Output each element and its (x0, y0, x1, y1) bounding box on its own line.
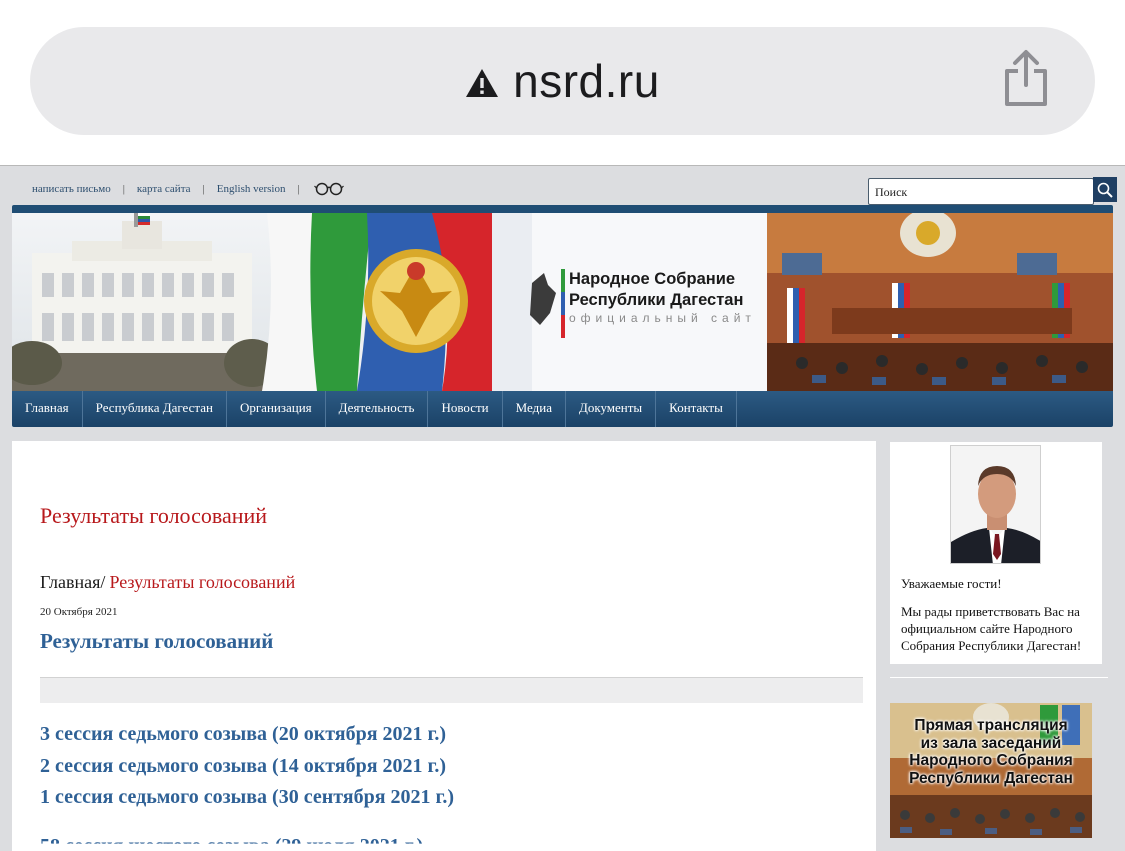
nav-item-contacts[interactable]: Контакты (656, 391, 737, 427)
banner-artwork (12, 213, 1113, 391)
warning-icon (466, 69, 499, 97)
nav-item-documents[interactable]: Документы (566, 391, 657, 427)
nav-item-media[interactable]: Медиа (503, 391, 566, 427)
session-link[interactable]: 3 сессия седьмого созыва (20 октября 202… (40, 719, 454, 751)
live-stream-line1: Прямая трансляция (914, 717, 1068, 734)
link-separator: | (122, 183, 125, 195)
nav-item-home[interactable]: Главная (12, 391, 83, 427)
sitemap-link[interactable]: карта сайта (137, 183, 191, 195)
glasses-icon[interactable] (313, 182, 344, 196)
site-header: Народное Собрание Республики Дагестан оф… (12, 205, 1113, 427)
live-stream-line2: из зала заседаний (920, 734, 1062, 752)
session-link[interactable]: 2 сессия седьмого созыва (14 октября 202… (40, 751, 454, 783)
breadcrumb-current: Результаты голосований (109, 572, 296, 592)
page-title: Результаты голосований (40, 503, 268, 528)
breadcrumb-home-link[interactable]: Главная/ (40, 572, 105, 592)
session-link[interactable]: 1 сессия седьмого созыва (30 сентября 20… (40, 782, 454, 814)
address-bar[interactable]: nsrd.ru (30, 27, 1095, 135)
organization-title-line1: Народное Собрание (569, 270, 736, 288)
live-stream-line4: Республики Дагестан (909, 769, 1073, 787)
live-stream-caption: Прямая трансляция из зала заседаний Наро… (890, 717, 1092, 787)
main-navigation: Главная Республика Дагестан Организация … (12, 391, 1113, 427)
write-letter-link[interactable]: написать письмо (32, 183, 111, 195)
nav-item-activity[interactable]: Деятельность (326, 391, 429, 427)
live-stream-banner[interactable]: Прямая трансляция из зала заседаний Наро… (890, 703, 1092, 838)
share-icon[interactable] (1001, 49, 1051, 107)
welcome-text: Мы рады приветствовать Вас на официально… (901, 604, 1082, 653)
article-title[interactable]: Результаты голосований (40, 629, 273, 654)
url-text: nsrd.ru (513, 55, 660, 107)
session-link[interactable]: 58 сессия шестого созыва (29 июля 2021 г… (40, 831, 423, 844)
header-banner: Народное Собрание Республики Дагестан оф… (12, 213, 1113, 391)
web-page: написать письмо | карта сайта | English … (0, 166, 1125, 851)
utility-links: написать письмо | карта сайта | English … (32, 182, 344, 196)
sidebar-divider (890, 677, 1108, 678)
content-divider (40, 677, 863, 703)
article-date: 20 Октября 2021 (40, 606, 118, 618)
link-separator: | (202, 183, 205, 195)
nav-item-republic[interactable]: Республика Дагестан (83, 391, 227, 427)
session-list: 3 сессия седьмого созыва (20 октября 202… (40, 719, 454, 844)
organization-subtitle: официальный сайт (569, 311, 756, 325)
chairman-portrait[interactable] (950, 445, 1041, 564)
search-button[interactable] (1093, 177, 1117, 202)
search-input[interactable]: Поиск (868, 178, 1094, 205)
nav-item-organization[interactable]: Организация (227, 391, 326, 427)
browser-toolbar: nsrd.ru (0, 0, 1125, 166)
organization-title: Народное Собрание Республики Дагестан (569, 269, 743, 311)
nav-item-news[interactable]: Новости (428, 391, 503, 427)
link-separator: | (297, 183, 300, 195)
english-version-link[interactable]: English version (217, 183, 286, 195)
greeting-text: Уважаемые гости! (901, 576, 1002, 591)
organization-title-line2: Республики Дагестан (569, 291, 744, 309)
live-stream-line3: Народного Собрания (909, 752, 1073, 769)
chairman-greeting-card: Уважаемые гости! Мы рады приветствовать … (890, 442, 1102, 664)
breadcrumb: Главная/Результаты голосований (40, 572, 295, 593)
portrait-image (951, 446, 1040, 563)
top-utility-bar: написать письмо | карта сайта | English … (12, 170, 1117, 206)
main-content: Результаты голосований Главная/Результат… (12, 441, 876, 851)
search-icon (1097, 182, 1113, 198)
url-display: nsrd.ru (30, 27, 1095, 135)
